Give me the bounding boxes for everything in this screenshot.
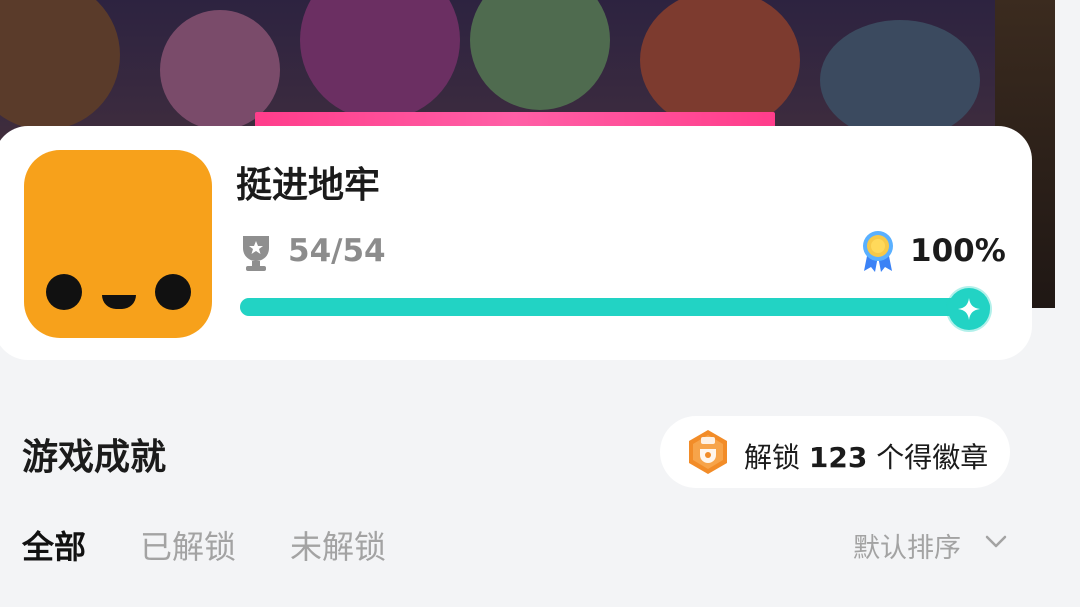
- completion-percent: 100%: [910, 233, 1006, 269]
- tab-unlocked[interactable]: 已解锁: [140, 522, 236, 568]
- tab-all[interactable]: 全部: [22, 522, 86, 568]
- game-title: 挺进地牢: [236, 165, 381, 206]
- trophy-icon: [243, 236, 269, 271]
- icon-right-eye: [155, 274, 191, 310]
- sort-dropdown[interactable]: 默认排序: [853, 526, 961, 565]
- game-app-icon: [24, 150, 212, 338]
- completion-progress-fill: [240, 298, 990, 316]
- sparkle-icon: [958, 298, 980, 320]
- medal-ribbon-icon: [863, 231, 893, 272]
- badge-text-prefix: 解锁: [744, 441, 801, 474]
- section-title: 游戏成就: [22, 437, 167, 478]
- completion-progress-track: [240, 298, 990, 316]
- badge-text-suffix: 个得徽章: [876, 441, 989, 474]
- chevron-down-icon[interactable]: [984, 534, 1008, 550]
- progress-star-knob: [948, 288, 990, 330]
- icon-left-eye: [46, 274, 82, 310]
- icon-mouth: [102, 295, 136, 309]
- badge-summary-text: 解锁 123 个得徽章: [744, 436, 988, 476]
- tab-locked[interactable]: 未解锁: [290, 522, 386, 568]
- badge-count: 123: [808, 441, 868, 474]
- badge-icon: [689, 430, 727, 474]
- achievement-count: 54/54: [288, 233, 386, 269]
